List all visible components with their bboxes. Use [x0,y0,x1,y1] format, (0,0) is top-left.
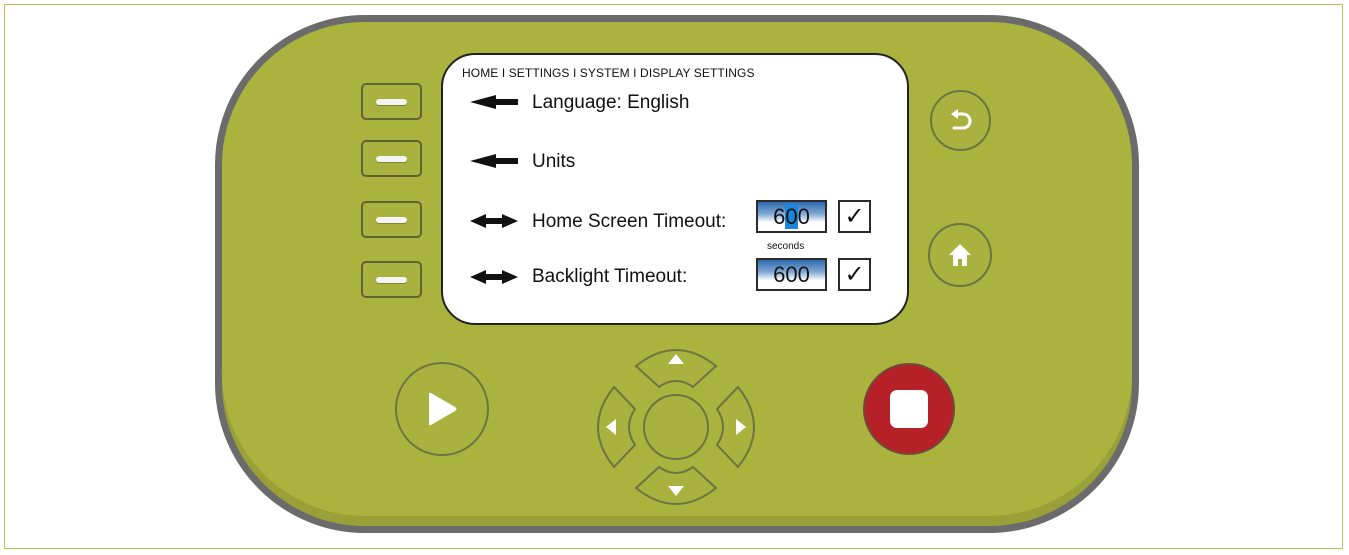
home-button[interactable] [928,223,992,287]
menu-item-home-screen-timeout[interactable]: Home Screen Timeout: [532,211,726,233]
play-button[interactable] [395,362,489,456]
home-icon [949,244,971,266]
softkey-dash-icon [376,99,407,105]
value-digit: 0 [797,204,810,229]
softkey-1-button[interactable] [361,83,422,120]
softkey-4-button[interactable] [361,261,422,298]
play-icon [429,392,457,426]
backlight-timeout-value[interactable]: 600 [756,258,827,291]
arrow-left-right-icon [470,214,518,228]
home-screen-timeout-checkbox[interactable]: ✓ [838,200,871,233]
stop-button[interactable] [863,363,955,455]
softkey-2-button[interactable] [361,140,422,177]
menu-item-language[interactable]: Language: English [532,92,689,114]
stop-icon [890,390,928,428]
home-screen-timeout-value[interactable]: 600 [756,200,827,233]
arrow-left-icon [470,95,518,109]
softkey-dash-icon [376,277,407,283]
undo-arrow-icon [950,108,971,129]
value-digit: 6 [773,204,786,229]
unit-label: seconds [767,241,805,252]
backlight-timeout-checkbox[interactable]: ✓ [838,258,871,291]
softkey-3-button[interactable] [361,201,422,238]
value-selected-digit: 0 [785,204,798,229]
dpad-center-button[interactable] [643,394,709,460]
back-button[interactable] [930,90,991,151]
dpad-right-button[interactable] [715,385,755,469]
softkey-dash-icon [376,217,407,223]
dpad-left-button[interactable] [597,385,637,469]
dpad [597,349,755,505]
softkey-dash-icon [376,156,407,162]
arrow-left-right-icon [470,270,518,284]
menu-item-units[interactable]: Units [532,151,575,173]
dpad-down-button[interactable] [634,465,718,505]
arrow-left-icon [470,154,518,168]
breadcrumb: HOME I SETTINGS I SYSTEM I DISPLAY SETTI… [462,66,755,80]
menu-item-backlight-timeout[interactable]: Backlight Timeout: [532,266,687,288]
